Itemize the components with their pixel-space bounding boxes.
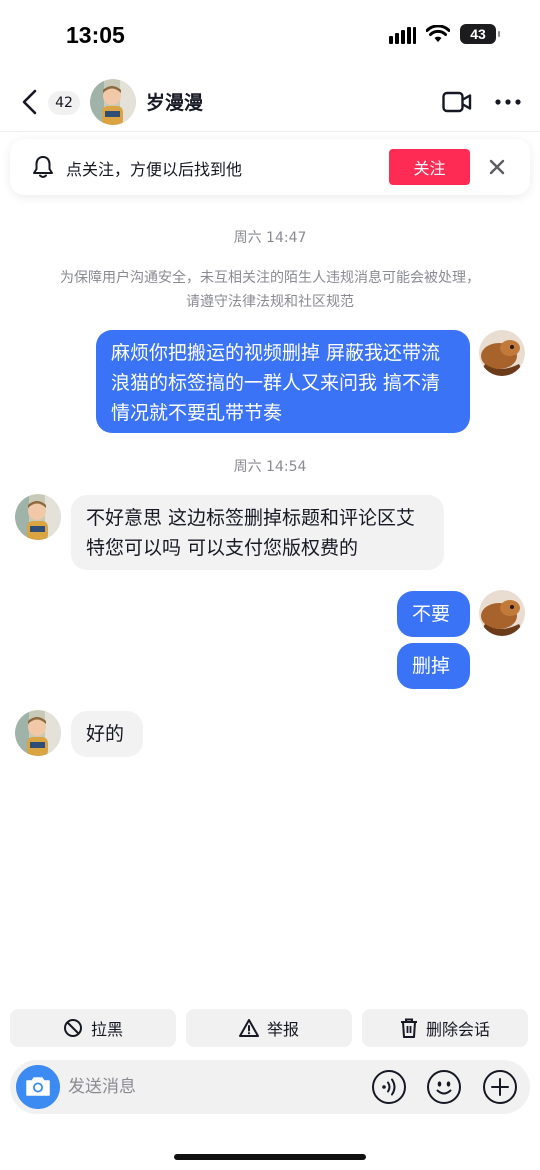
trash-icon [400,1018,417,1038]
message-bubble-sent[interactable]: 删掉 [397,643,470,689]
block-button[interactable]: 拉黑 [10,1009,176,1047]
chat-header: 42 岁漫漫 [0,72,540,132]
close-icon[interactable] [487,157,507,177]
voice-icon[interactable] [371,1069,407,1105]
block-label: 拉黑 [90,1020,123,1039]
signal-icon [389,24,416,44]
report-button[interactable]: 举报 [186,1009,352,1047]
plus-icon[interactable] [482,1069,518,1105]
delete-chat-label: 删除会话 [425,1020,490,1039]
follow-prompt-text: 点关注，方便以后找到他 [66,160,243,179]
unread-count-badge[interactable]: 42 [48,91,80,115]
contact-avatar[interactable] [15,494,61,540]
more-icon[interactable] [494,98,522,106]
message-bubble-sent[interactable]: 麻烦你把搬运的视频删掉 屏蔽我还带流浪猫的标签搞的一群人又来问我 搞不清情况就不… [96,330,470,433]
report-label: 举报 [266,1020,299,1039]
status-time: 13:05 [66,22,125,48]
my-avatar[interactable] [479,590,525,636]
my-avatar[interactable] [479,330,525,376]
follow-banner: 点关注，方便以后找到他 关注 [10,139,530,195]
contact-name[interactable]: 岁漫漫 [146,88,203,115]
warning-icon [238,1019,259,1037]
status-icons: 43 [389,24,500,44]
wifi-icon [426,25,450,42]
message-bubble-received[interactable]: 好的 [71,711,143,757]
avatar[interactable] [90,79,136,125]
status-bar: 13:05 43 [0,0,540,72]
message-bubble-sent[interactable]: 不要 [397,591,470,637]
message-input-bar [10,1060,530,1114]
home-indicator[interactable] [174,1154,366,1160]
follow-button[interactable]: 关注 [389,149,470,185]
message-input[interactable] [68,1073,358,1101]
message-bubble-received[interactable]: 不好意思 这边标签删掉标题和评论区艾特您可以吗 可以支付您版权费的 [71,495,444,570]
safety-notice: 为保障用户沟通安全，未互相关注的陌生人违规消息可能会被处理，请遵守法律法规和社区… [60,270,480,310]
message-timestamp: 周六 14:54 [233,459,307,475]
camera-icon[interactable] [16,1065,60,1109]
delete-chat-button[interactable]: 删除会话 [362,1009,528,1047]
video-call-icon[interactable] [442,90,472,114]
message-timestamp: 周六 14:47 [233,230,307,246]
emoji-icon[interactable] [426,1069,462,1105]
bell-icon [33,156,53,178]
block-icon [63,1019,82,1037]
back-arrow-icon[interactable] [18,88,42,116]
battery-icon: 43 [460,24,500,44]
contact-avatar[interactable] [15,710,61,756]
battery-level: 43 [470,26,486,42]
